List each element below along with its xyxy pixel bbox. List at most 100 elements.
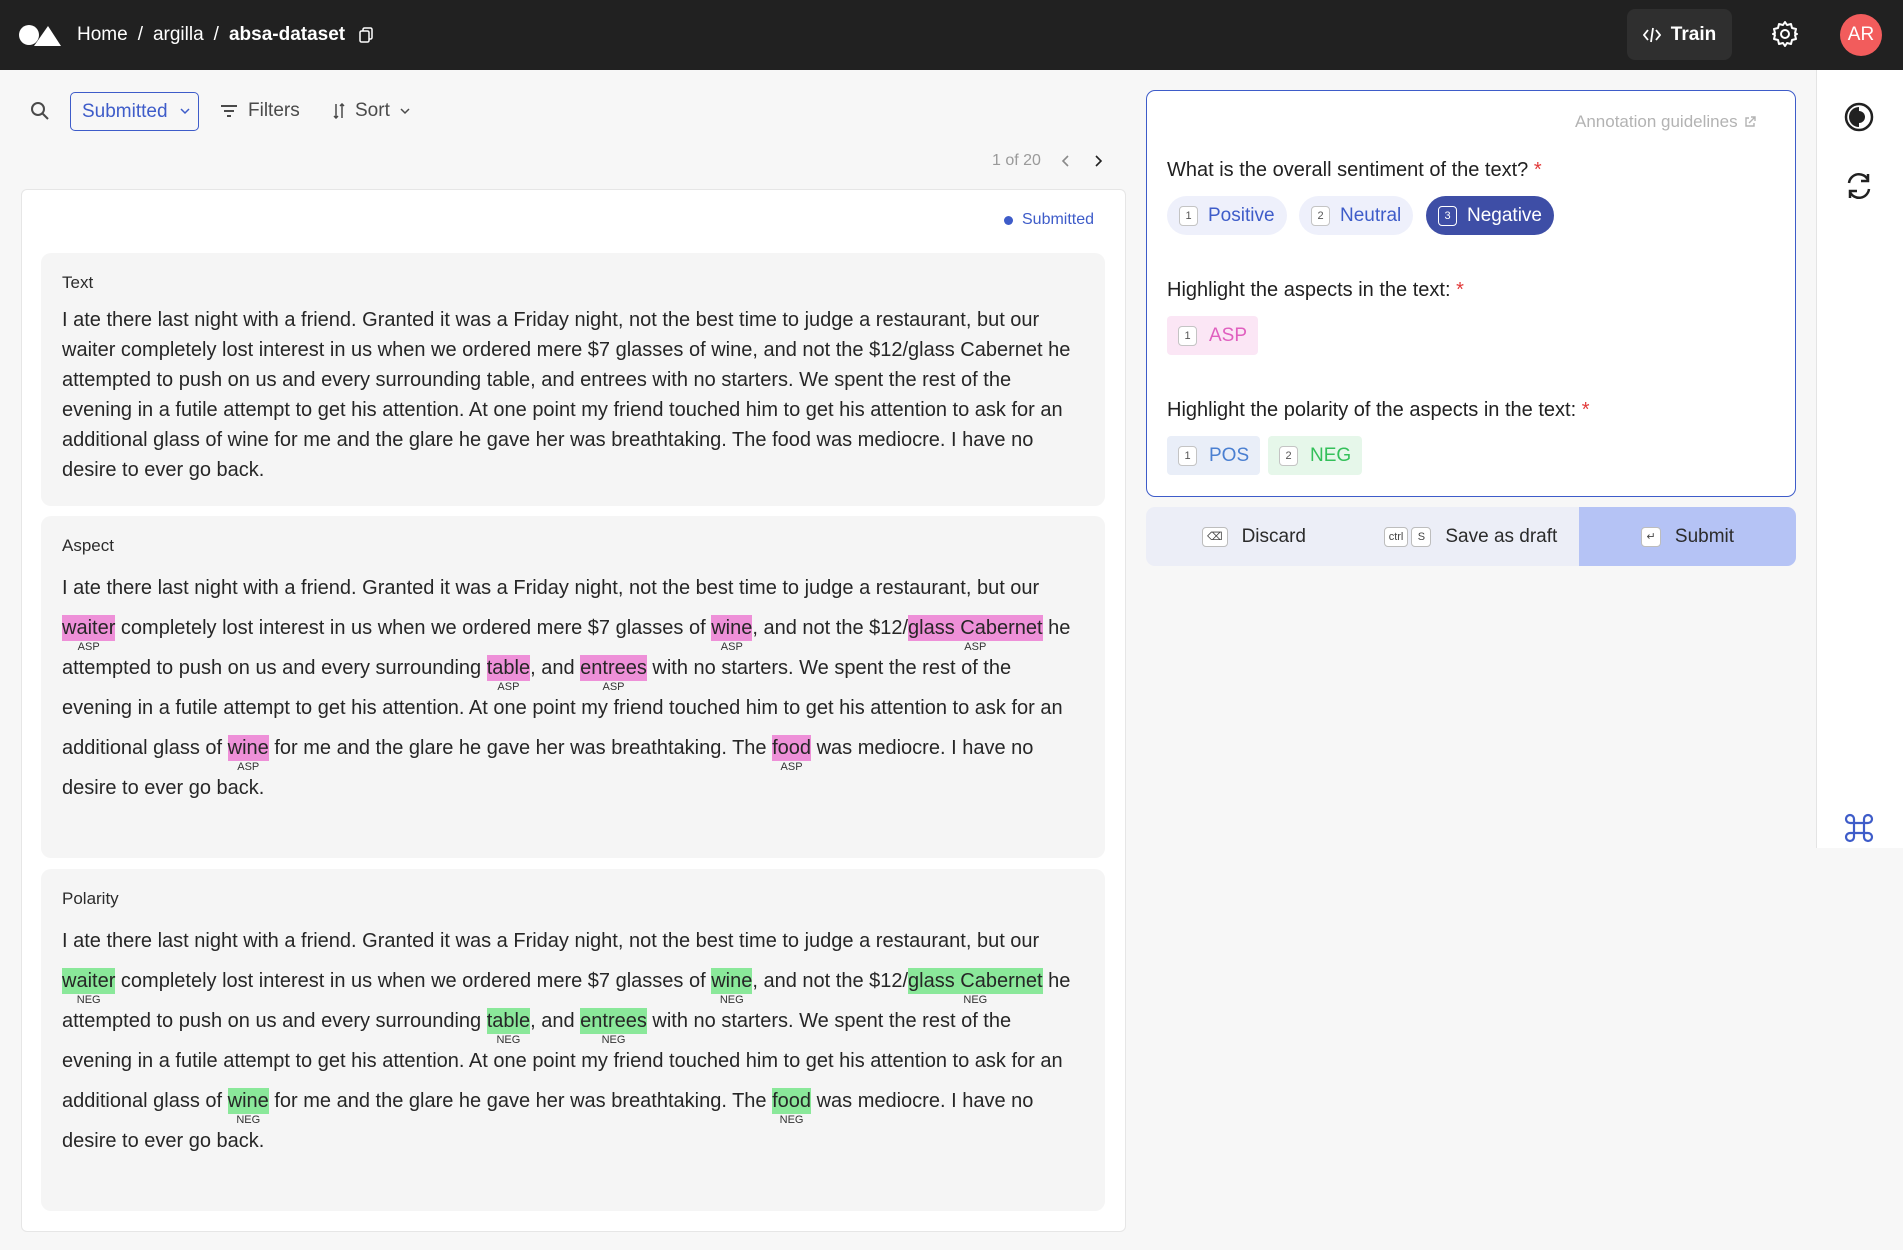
highlighted-span[interactable]: entrees NEG bbox=[580, 1008, 647, 1046]
question-aspects-title: Highlight the aspects in the text: * bbox=[1167, 279, 1464, 302]
span-label: ASP bbox=[780, 761, 803, 773]
span-text: wine bbox=[227, 1090, 269, 1112]
option-label: Negative bbox=[1467, 204, 1542, 226]
filters-button[interactable]: Filters bbox=[220, 97, 300, 125]
argilla-logo[interactable] bbox=[18, 22, 62, 48]
option-label: Neutral bbox=[1340, 204, 1402, 226]
span-text: glass Cabernet bbox=[908, 970, 1043, 992]
train-button[interactable]: Train bbox=[1627, 9, 1732, 60]
span-label: NEG bbox=[496, 1034, 521, 1046]
option-label: Positive bbox=[1208, 204, 1275, 226]
span-label: NEG bbox=[76, 994, 101, 1006]
shortcut-key: ↵ bbox=[1640, 526, 1661, 547]
filter-icon bbox=[221, 105, 237, 117]
highlighted-span[interactable]: table ASP bbox=[486, 655, 531, 693]
highlighted-span[interactable]: wine ASP bbox=[227, 735, 269, 773]
span-label: ASP bbox=[720, 641, 743, 653]
span-text: wine bbox=[711, 970, 753, 992]
highlighted-span[interactable]: food ASP bbox=[772, 735, 812, 773]
highlighted-span[interactable]: wine ASP bbox=[711, 615, 753, 653]
command-icon[interactable] bbox=[1843, 812, 1875, 844]
avatar[interactable]: AR bbox=[1840, 14, 1882, 56]
field-label: Text bbox=[62, 273, 94, 292]
theme-toggle-icon[interactable] bbox=[1843, 101, 1875, 133]
code-icon bbox=[1642, 27, 1661, 42]
span-text: food bbox=[772, 737, 812, 759]
sort-button[interactable]: Sort bbox=[333, 97, 410, 125]
plain-text: for me and the glare he gave her was bre… bbox=[268, 737, 773, 759]
annotation-guidelines-link[interactable]: Annotation guidelines bbox=[1575, 112, 1756, 132]
status-badge: Submitted bbox=[1004, 211, 1094, 229]
plain-text: , and bbox=[530, 657, 581, 679]
span-text: entrees bbox=[580, 1010, 647, 1032]
filters-label: Filters bbox=[248, 100, 300, 121]
highlighted-span[interactable]: waiter NEG bbox=[62, 968, 116, 1006]
chevron-down-icon bbox=[180, 108, 190, 115]
shortcut-key: 2 bbox=[1279, 445, 1298, 466]
breadcrumb-home[interactable]: Home bbox=[77, 24, 128, 46]
span-label-pos[interactable]: 1 POS bbox=[1167, 436, 1261, 475]
span-label-asp[interactable]: 1 ASP bbox=[1167, 316, 1259, 355]
save-draft-label: Save as draft bbox=[1445, 525, 1558, 547]
plain-text: completely lost interest in us when we o… bbox=[115, 617, 712, 639]
status-filter-select[interactable]: Submitted bbox=[70, 92, 199, 131]
option-neutral[interactable]: 2 Neutral bbox=[1299, 196, 1414, 235]
span-label: ASP bbox=[602, 681, 625, 693]
field-polarity: Polarity I ate there last night with a f… bbox=[41, 869, 1105, 1211]
highlighted-span[interactable]: glass Cabernet NEG bbox=[908, 968, 1043, 1006]
save-draft-button[interactable]: ctrl S Save as draft bbox=[1362, 507, 1579, 566]
guidelines-label: Annotation guidelines bbox=[1575, 112, 1738, 131]
status-dot bbox=[1004, 215, 1013, 225]
plain-text: I ate there last night with a friend. Gr… bbox=[62, 577, 1040, 599]
field-text: Text I ate there last night with a frien… bbox=[41, 253, 1105, 506]
submit-button[interactable]: ↵ Submit bbox=[1579, 507, 1796, 566]
field-label: Aspect bbox=[62, 536, 114, 555]
refresh-icon[interactable] bbox=[1843, 170, 1875, 202]
span-label: NEG bbox=[719, 994, 744, 1006]
train-label: Train bbox=[1670, 23, 1717, 45]
span-text: table bbox=[486, 657, 531, 679]
span-text: glass Cabernet bbox=[908, 617, 1043, 639]
field-aspect: Aspect I ate there last night with a fri… bbox=[41, 516, 1105, 858]
pagination: 1 of 20 bbox=[992, 149, 1105, 173]
highlighted-span[interactable]: entrees ASP bbox=[580, 655, 647, 693]
shortcut-key: 1 bbox=[1178, 325, 1197, 346]
question-polarity-title: Highlight the polarity of the aspects in… bbox=[1167, 399, 1589, 422]
option-negative[interactable]: 3 Negative bbox=[1426, 196, 1554, 235]
status-filter-value: Submitted bbox=[82, 100, 168, 122]
aspect-span-text[interactable]: I ate there last night with a friend. Gr… bbox=[62, 568, 1084, 808]
highlighted-span[interactable]: food NEG bbox=[772, 1088, 812, 1126]
question-text: Highlight the aspects in the text: bbox=[1167, 279, 1451, 301]
option-positive[interactable]: 1 Positive bbox=[1167, 196, 1287, 235]
polarity-span-text[interactable]: I ate there last night with a friend. Gr… bbox=[62, 921, 1084, 1161]
highlighted-span[interactable]: table NEG bbox=[486, 1008, 531, 1046]
discard-button[interactable]: ⌫ Discard bbox=[1146, 507, 1362, 566]
search-icon[interactable] bbox=[30, 101, 50, 121]
field-text-content: I ate there last night with a friend. Gr… bbox=[62, 309, 1071, 481]
plain-text: , and not the $12/ bbox=[752, 970, 909, 992]
span-label: ASP bbox=[237, 761, 260, 773]
span-text: wine bbox=[227, 737, 269, 759]
chevron-left-icon[interactable] bbox=[1059, 154, 1073, 168]
chevron-right-icon[interactable] bbox=[1091, 154, 1105, 168]
sort-label: Sort bbox=[355, 100, 390, 121]
sort-icon bbox=[333, 103, 345, 119]
field-label: Polarity bbox=[62, 889, 119, 908]
plain-text: , and bbox=[530, 1010, 581, 1032]
breadcrumb-workspace[interactable]: argilla bbox=[153, 24, 204, 46]
highlighted-span[interactable]: glass Cabernet ASP bbox=[908, 615, 1043, 653]
question-sentiment-title: What is the overall sentiment of the tex… bbox=[1167, 159, 1542, 182]
highlighted-span[interactable]: waiter ASP bbox=[62, 615, 116, 653]
span-text: food bbox=[772, 1090, 812, 1112]
span-label: NEG bbox=[601, 1034, 626, 1046]
copy-icon[interactable] bbox=[359, 27, 373, 43]
highlighted-span[interactable]: wine NEG bbox=[711, 968, 753, 1006]
span-label-neg[interactable]: 2 NEG bbox=[1268, 436, 1363, 475]
span-label: ASP bbox=[497, 681, 520, 693]
question-text: Highlight the polarity of the aspects in… bbox=[1167, 399, 1577, 421]
gear-icon[interactable] bbox=[1771, 20, 1799, 48]
span-label-text: POS bbox=[1209, 444, 1250, 466]
chevron-down-icon bbox=[400, 107, 410, 114]
question-text: What is the overall sentiment of the tex… bbox=[1167, 159, 1529, 181]
highlighted-span[interactable]: wine NEG bbox=[227, 1088, 269, 1126]
